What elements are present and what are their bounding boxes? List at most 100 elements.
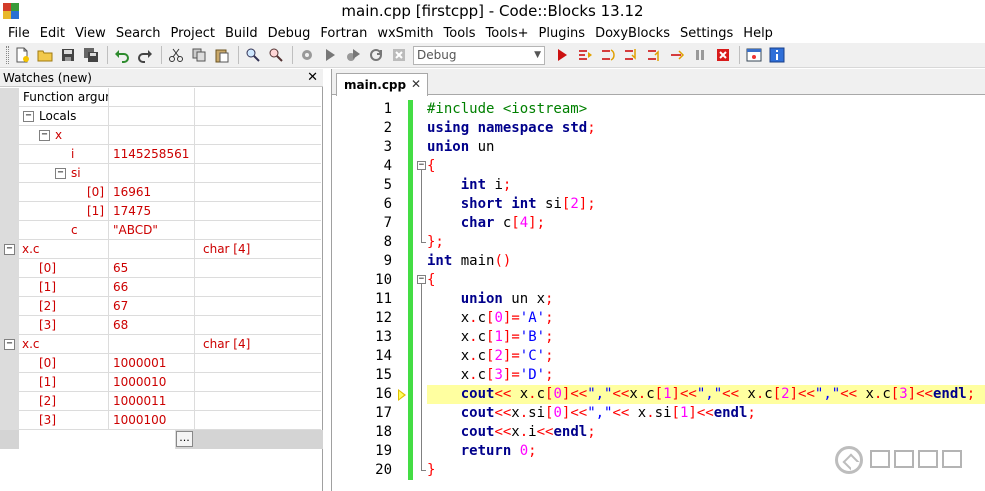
menu-search[interactable]: Search bbox=[112, 26, 167, 41]
watch-name-cell[interactable]: [1] bbox=[19, 373, 109, 392]
code-line[interactable]: 13 x.c[1]='B'; bbox=[332, 328, 985, 347]
code-line[interactable]: 11 union un x; bbox=[332, 290, 985, 309]
run-to-cursor-icon[interactable] bbox=[576, 46, 594, 64]
watch-value-cell[interactable]: 17475 bbox=[109, 202, 195, 221]
watch-value-cell[interactable]: 67 bbox=[109, 297, 195, 316]
code-line[interactable]: 3 union un bbox=[332, 138, 985, 157]
menu-doxyblocks[interactable]: DoxyBlocks bbox=[591, 26, 676, 41]
watch-row[interactable]: [0] 65 bbox=[0, 259, 323, 278]
redo-icon[interactable] bbox=[136, 46, 154, 64]
pause-icon[interactable] bbox=[691, 46, 709, 64]
fold-toggle-icon[interactable]: − bbox=[417, 275, 426, 284]
watch-name-cell[interactable]: [1] bbox=[19, 202, 109, 221]
add-watch-button[interactable]: ... bbox=[176, 431, 193, 447]
watch-name-cell[interactable]: [2] bbox=[19, 392, 109, 411]
debugging-windows-icon[interactable] bbox=[745, 46, 763, 64]
watch-row[interactable]: [3] 1000100 bbox=[0, 411, 323, 430]
watch-row[interactable]: [1] 1000010 bbox=[0, 373, 323, 392]
watch-value-cell[interactable] bbox=[109, 240, 195, 259]
watch-row[interactable]: [2] 67 bbox=[0, 297, 323, 316]
menu-build[interactable]: Build bbox=[221, 26, 264, 41]
close-icon[interactable]: ✕ bbox=[411, 77, 421, 91]
code-line[interactable]: 15 x.c[3]='D'; bbox=[332, 366, 985, 385]
watch-value-cell[interactable] bbox=[109, 126, 195, 145]
watch-name-cell[interactable]: − x bbox=[19, 126, 109, 145]
watch-value-cell[interactable]: 65 bbox=[109, 259, 195, 278]
collapse-toggle-icon[interactable]: − bbox=[4, 339, 15, 350]
save-all-icon[interactable] bbox=[82, 46, 100, 64]
copy-icon[interactable] bbox=[190, 46, 208, 64]
run-icon[interactable] bbox=[321, 46, 339, 64]
build-gear-icon[interactable] bbox=[298, 46, 316, 64]
watch-name-cell[interactable]: [1] bbox=[19, 278, 109, 297]
menu-edit[interactable]: Edit bbox=[36, 26, 71, 41]
collapse-toggle-icon[interactable]: − bbox=[4, 244, 15, 255]
watch-value-cell[interactable] bbox=[109, 164, 195, 183]
watch-row[interactable]: − x.c char [4] bbox=[0, 240, 323, 259]
watch-name-cell[interactable]: [2] bbox=[19, 297, 109, 316]
watch-value-cell[interactable]: 16961 bbox=[109, 183, 195, 202]
code-editor[interactable]: 1 #include <iostream> 2 using namespace std… bbox=[332, 96, 985, 491]
save-icon[interactable] bbox=[59, 46, 77, 64]
menu-plugins[interactable]: Plugins bbox=[535, 26, 592, 41]
cut-icon[interactable] bbox=[167, 46, 185, 64]
step-out-icon[interactable] bbox=[645, 46, 663, 64]
watch-row[interactable]: − Locals bbox=[0, 107, 323, 126]
menu-tools[interactable]: Tools bbox=[440, 26, 482, 41]
watch-value-cell[interactable]: 1000010 bbox=[109, 373, 195, 392]
watch-row[interactable]: [0] 1000001 bbox=[0, 354, 323, 373]
stop-debugger-icon[interactable] bbox=[714, 46, 732, 64]
undo-icon[interactable] bbox=[113, 46, 131, 64]
watch-value-cell[interactable] bbox=[109, 335, 195, 354]
code-line[interactable]: 7 char c[4]; bbox=[332, 214, 985, 233]
watch-row[interactable]: − si bbox=[0, 164, 323, 183]
find-icon[interactable] bbox=[244, 46, 262, 64]
debug-start-icon[interactable] bbox=[553, 46, 571, 64]
abort-icon[interactable] bbox=[390, 46, 408, 64]
watch-value-cell[interactable]: 66 bbox=[109, 278, 195, 297]
code-line[interactable]: 1 #include <iostream> bbox=[332, 100, 985, 119]
watch-name-cell[interactable]: − si bbox=[19, 164, 109, 183]
watch-row[interactable]: − x bbox=[0, 126, 323, 145]
watch-name-cell[interactable]: [3] bbox=[19, 411, 109, 430]
next-line-icon[interactable] bbox=[599, 46, 617, 64]
code-line[interactable]: 8}; bbox=[332, 233, 985, 252]
menu-file[interactable]: File bbox=[4, 26, 36, 41]
code-line[interactable]: 6 short int si[2]; bbox=[332, 195, 985, 214]
code-line[interactable]: 2 using namespace std; bbox=[332, 119, 985, 138]
watch-value-cell[interactable]: 1000001 bbox=[109, 354, 195, 373]
menu-view[interactable]: View bbox=[71, 26, 112, 41]
new-watch-row[interactable]: ... bbox=[0, 430, 323, 449]
watch-name-cell[interactable]: Function argum bbox=[19, 88, 109, 107]
menu-settings[interactable]: Settings bbox=[676, 26, 739, 41]
next-instruction-icon[interactable] bbox=[668, 46, 686, 64]
watch-name-cell[interactable]: [3] bbox=[19, 316, 109, 335]
code-line[interactable]: 10 −{ bbox=[332, 271, 985, 290]
code-line[interactable]: 18 cout<<x.i<<endl; bbox=[332, 423, 985, 442]
code-line[interactable]: 4 −{ bbox=[332, 157, 985, 176]
watch-row[interactable]: − x.c char [4] bbox=[0, 335, 323, 354]
code-line[interactable]: 17 cout<<x.si[0]<<","<< x.si[1]<<endl; bbox=[332, 404, 985, 423]
watch-row[interactable]: [1] 17475 bbox=[0, 202, 323, 221]
watch-value-cell[interactable] bbox=[109, 107, 195, 126]
fold-toggle-icon[interactable]: − bbox=[417, 161, 426, 170]
close-icon[interactable]: ✕ bbox=[307, 69, 318, 87]
watch-row[interactable]: Function argum bbox=[0, 88, 323, 107]
watch-name-cell[interactable]: − Locals bbox=[19, 107, 109, 126]
collapse-toggle-icon[interactable]: − bbox=[39, 130, 50, 141]
new-watch-input[interactable] bbox=[19, 430, 176, 449]
collapse-toggle-icon[interactable]: − bbox=[55, 168, 66, 179]
menu-tools-plus[interactable]: Tools+ bbox=[482, 26, 535, 41]
watch-value-cell[interactable]: "ABCD" bbox=[109, 221, 195, 240]
watch-name-cell[interactable]: i bbox=[19, 145, 109, 164]
new-file-icon[interactable] bbox=[13, 46, 31, 64]
watch-value-cell[interactable]: 68 bbox=[109, 316, 195, 335]
watch-row[interactable]: [1] 66 bbox=[0, 278, 323, 297]
menu-project[interactable]: Project bbox=[166, 26, 220, 41]
open-folder-icon[interactable] bbox=[36, 46, 54, 64]
menu-help[interactable]: Help bbox=[739, 26, 779, 41]
watch-name-cell[interactable]: c bbox=[19, 221, 109, 240]
watch-row[interactable]: [0] 16961 bbox=[0, 183, 323, 202]
menu-wxsmith[interactable]: wxSmith bbox=[373, 26, 439, 41]
code-line[interactable]: 5 int i; bbox=[332, 176, 985, 195]
